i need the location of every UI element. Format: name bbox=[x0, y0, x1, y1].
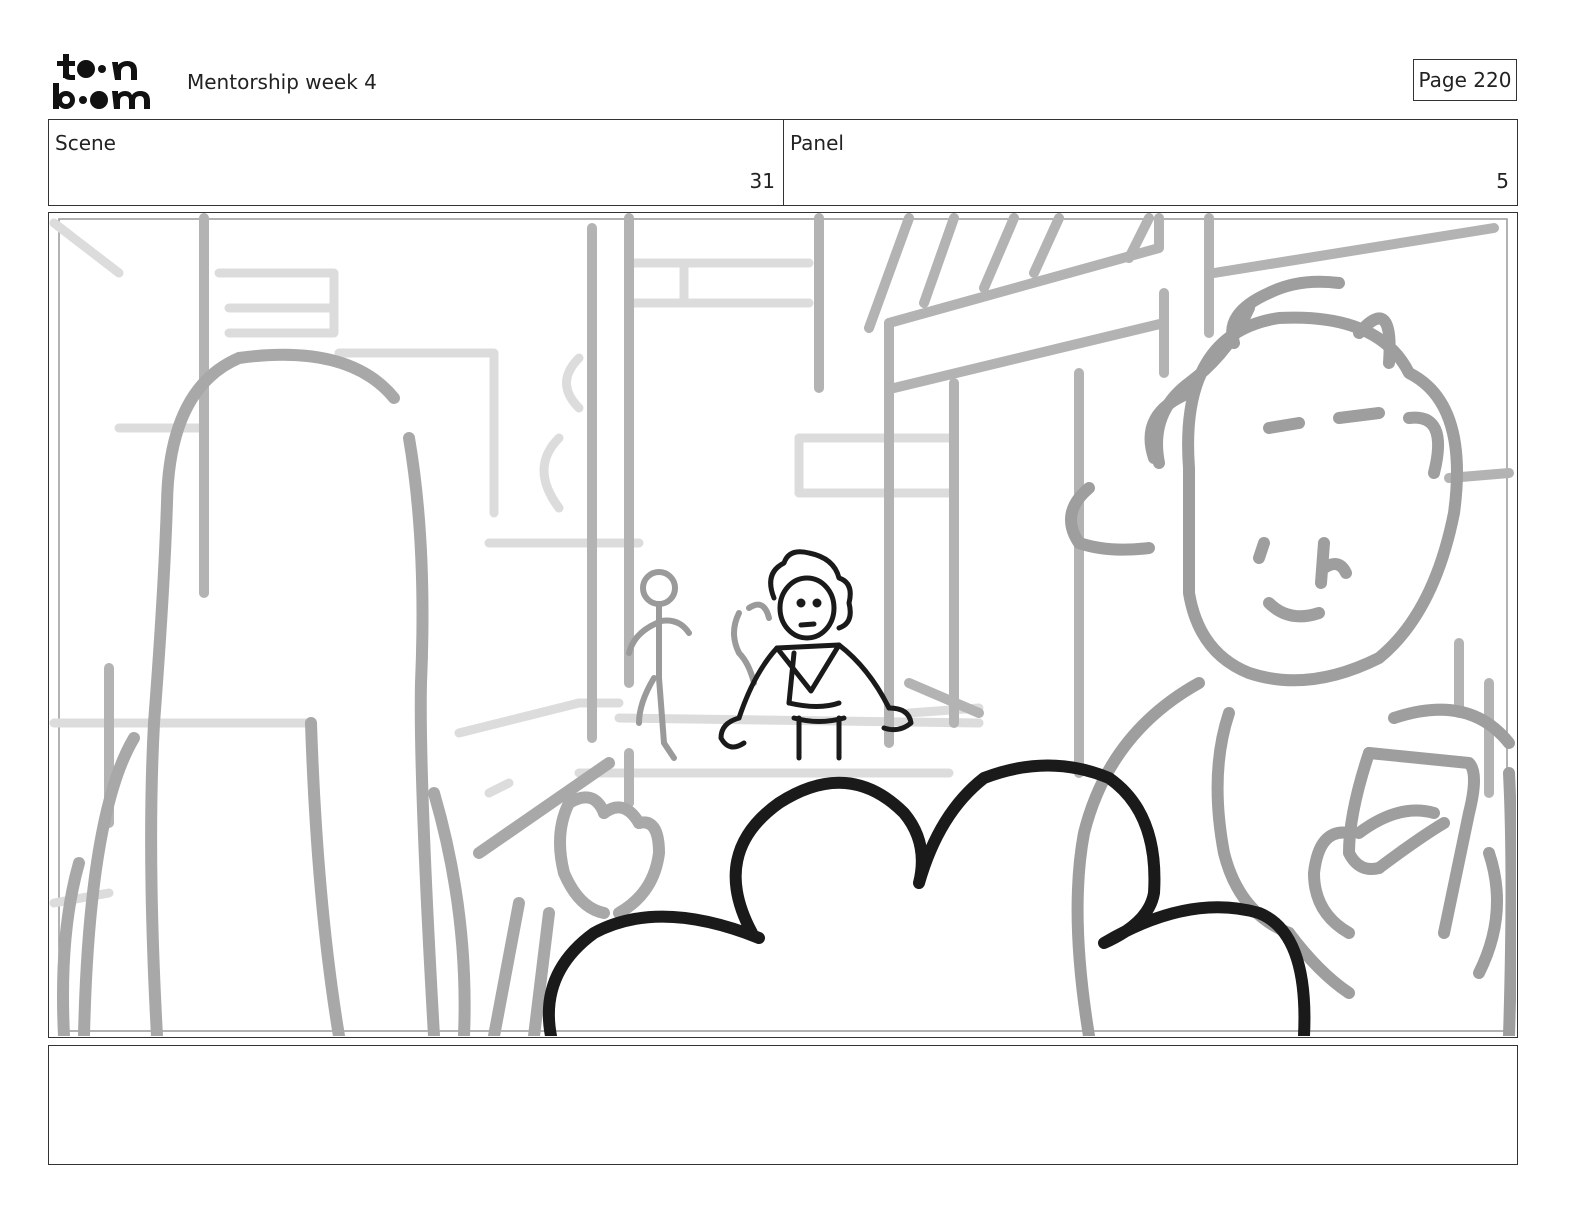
scene-cell: Scene 31 bbox=[49, 120, 784, 205]
storyboard-sketch bbox=[49, 213, 1516, 1036]
storyboard-frame bbox=[48, 212, 1518, 1038]
scene-number: 31 bbox=[749, 169, 775, 193]
toon-boom-logo bbox=[52, 52, 164, 110]
panel-cell: Panel 5 bbox=[784, 120, 1517, 205]
scene-panel-info: Scene 31 Panel 5 bbox=[48, 119, 1518, 206]
panel-label: Panel bbox=[790, 131, 844, 155]
scene-label: Scene bbox=[55, 131, 116, 155]
panel-number: 5 bbox=[1496, 169, 1509, 193]
page-number: Page 220 bbox=[1413, 59, 1517, 101]
notes-box bbox=[48, 1045, 1518, 1165]
document-title: Mentorship week 4 bbox=[187, 70, 377, 94]
